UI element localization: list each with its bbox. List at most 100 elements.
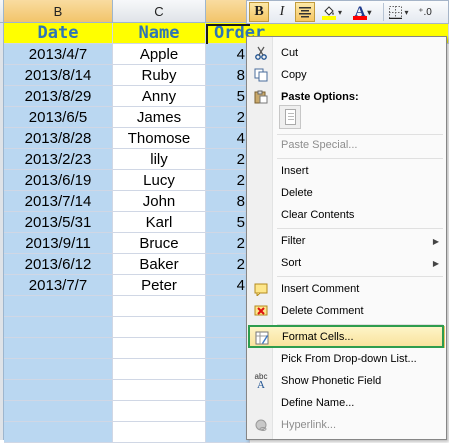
order-cell[interactable]: 5 (206, 212, 250, 233)
fill-color-icon[interactable]: ▾ (318, 2, 346, 22)
menu-item-insert-comment[interactable]: Insert Comment (249, 278, 445, 300)
paste-values-icon[interactable] (279, 105, 301, 129)
borders-icon[interactable]: ▾ (387, 2, 411, 22)
empty-cell[interactable] (4, 401, 113, 422)
italic-icon[interactable]: I (272, 2, 292, 22)
align-center-icon[interactable] (295, 2, 315, 22)
mini-toolbar: B I ▾ A ▾ ▾ ⁺.0 (246, 0, 449, 24)
menu-label-insert-comment: Insert Comment (281, 283, 360, 295)
menu-item-define-name[interactable]: Define Name... (249, 392, 445, 414)
empty-cell[interactable] (206, 296, 250, 317)
empty-cell[interactable] (206, 380, 250, 401)
date-cell[interactable]: 2013/8/28 (4, 128, 113, 149)
header-date[interactable]: Date (4, 23, 113, 44)
empty-cell[interactable] (4, 338, 113, 359)
name-cell[interactable]: Apple (113, 44, 206, 65)
header-name[interactable]: Name (113, 23, 206, 44)
increase-decimal-icon[interactable]: ⁺.0 (414, 2, 436, 22)
name-cell[interactable]: Baker (113, 254, 206, 275)
menu-item-clear-contents[interactable]: Clear Contents (249, 204, 445, 226)
submenu-arrow-icon: ▶ (432, 258, 439, 268)
menu-item-cut[interactable]: Cut (249, 42, 445, 64)
empty-cell[interactable] (113, 401, 206, 422)
delete-comment-icon (253, 303, 269, 319)
order-cell[interactable]: 2 (206, 170, 250, 191)
order-cell[interactable]: 4 (206, 44, 250, 65)
menu-separator (277, 228, 443, 229)
empty-cell[interactable] (4, 380, 113, 401)
name-cell[interactable]: Thomose (113, 128, 206, 149)
date-cell[interactable]: 2013/8/14 (4, 65, 113, 86)
menu-item-copy[interactable]: Copy (249, 64, 445, 86)
date-cell[interactable]: 2013/2/23 (4, 149, 113, 170)
empty-cell[interactable] (4, 359, 113, 380)
order-cell[interactable]: 8 (206, 191, 250, 212)
menu-item-hyperlink[interactable]: Hyperlink... (249, 414, 445, 436)
order-cell[interactable]: 2 (206, 149, 250, 170)
name-cell[interactable]: John (113, 191, 206, 212)
date-cell[interactable]: 2013/4/7 (4, 44, 113, 65)
order-cell[interactable]: 8 (206, 65, 250, 86)
bold-icon[interactable]: B (249, 2, 269, 22)
order-cell[interactable]: 4 (206, 128, 250, 149)
column-header-b[interactable]: B (4, 0, 113, 23)
date-cell[interactable]: 2013/6/5 (4, 107, 113, 128)
name-cell[interactable]: Peter (113, 275, 206, 296)
menu-label-show-phonetic: Show Phonetic Field (281, 375, 382, 387)
menu-label-format-cells: Format Cells... (282, 331, 354, 343)
order-cell[interactable]: 2 (206, 254, 250, 275)
date-cell[interactable]: 2013/7/14 (4, 191, 113, 212)
date-cell[interactable]: 2013/6/12 (4, 254, 113, 275)
menu-label-paste-special: Paste Special... (281, 139, 358, 151)
empty-cell[interactable] (113, 296, 206, 317)
menu-item-paste-special[interactable]: Paste Special... (249, 134, 445, 156)
date-cell[interactable]: 2013/9/11 (4, 233, 113, 254)
name-cell[interactable]: Lucy (113, 170, 206, 191)
menu-label-insert: Insert (281, 165, 309, 177)
menu-item-delete-comment[interactable]: Delete Comment (249, 300, 445, 322)
date-cell[interactable]: 2013/5/31 (4, 212, 113, 233)
menu-item-format-cells[interactable]: Format Cells... (249, 326, 445, 348)
empty-cell[interactable] (206, 338, 250, 359)
menu-label-cut: Cut (281, 47, 299, 59)
name-cell[interactable]: lily (113, 149, 206, 170)
scissors-icon (253, 45, 269, 61)
empty-cell[interactable] (4, 317, 113, 338)
menu-separator (277, 158, 443, 159)
empty-cell[interactable] (113, 380, 206, 401)
name-cell[interactable]: Anny (113, 86, 206, 107)
name-cell[interactable]: Bruce (113, 233, 206, 254)
empty-cell[interactable] (206, 317, 250, 338)
insert-comment-icon (253, 281, 269, 297)
hyperlink-icon (253, 417, 269, 433)
date-cell[interactable]: 2013/6/19 (4, 170, 113, 191)
order-cell[interactable]: 5 (206, 86, 250, 107)
order-cell[interactable]: 4 (206, 275, 250, 296)
date-cell[interactable]: 2013/8/29 (4, 86, 113, 107)
date-cell[interactable]: 2013/7/7 (4, 275, 113, 296)
menu-item-show-phonetic[interactable]: abc A Show Phonetic Field (249, 370, 445, 392)
order-cell[interactable]: 2 (206, 107, 250, 128)
menu-item-sort[interactable]: Sort ▶ (249, 252, 445, 274)
menu-label-clear-contents: Clear Contents (281, 209, 355, 221)
empty-cell[interactable] (113, 317, 206, 338)
menu-item-pick-dropdown[interactable]: Pick From Drop-down List... (249, 348, 445, 370)
empty-cell[interactable] (206, 359, 250, 380)
menu-item-insert[interactable]: Insert (249, 160, 445, 182)
menu-label-pick-dropdown: Pick From Drop-down List... (281, 353, 417, 365)
empty-cell[interactable] (113, 359, 206, 380)
name-cell[interactable]: Ruby (113, 65, 206, 86)
column-header-c[interactable]: C (113, 0, 206, 23)
font-color-icon[interactable]: A ▾ (349, 2, 377, 22)
empty-cell[interactable] (113, 338, 206, 359)
name-cell[interactable]: Karl (113, 212, 206, 233)
menu-separator (277, 324, 443, 325)
name-cell[interactable]: James (113, 107, 206, 128)
order-cell[interactable]: 2 (206, 233, 250, 254)
context-menu: Cut Copy Paste Options: Paste Special...… (246, 36, 447, 440)
empty-cell[interactable] (4, 296, 113, 317)
menu-item-filter[interactable]: Filter ▶ (249, 230, 445, 252)
menu-label-hyperlink: Hyperlink... (281, 419, 337, 431)
menu-item-delete[interactable]: Delete (249, 182, 445, 204)
empty-cell[interactable] (206, 401, 250, 422)
